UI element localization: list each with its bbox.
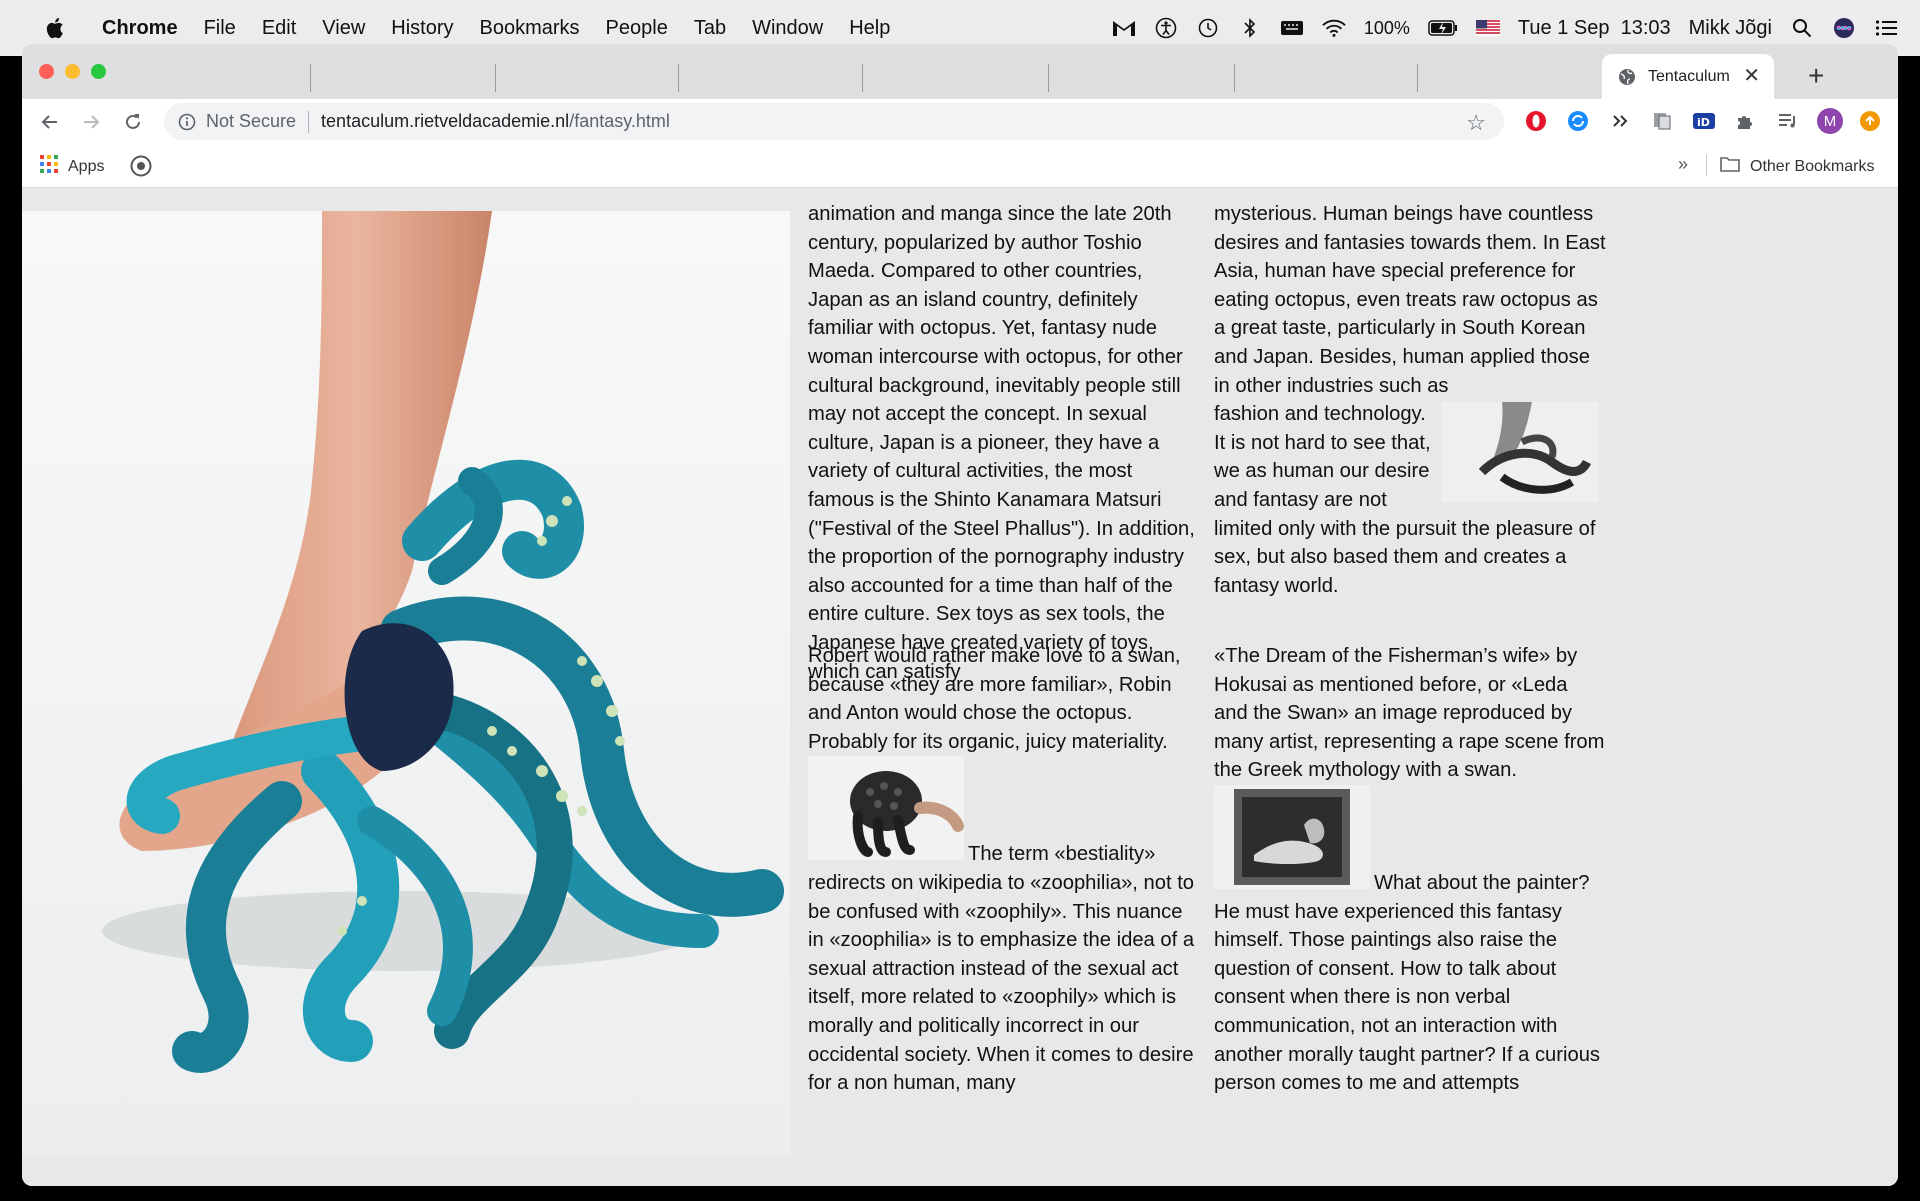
url-path: /fantasy.html	[569, 111, 670, 131]
paragraph-japan-culture: animation and manga since the late 20th …	[808, 203, 1195, 683]
paragraph-octopus-desire: mysterious. Human beings have countless …	[1214, 203, 1606, 397]
window-close-button[interactable]	[39, 64, 54, 79]
window-zoom-button[interactable]	[91, 64, 106, 79]
new-tab-button[interactable]: +	[1808, 62, 1824, 90]
url-host: tentaculum.rietveldacademie.nl	[321, 111, 570, 131]
bookmark-apps[interactable]: Apps	[40, 155, 104, 178]
back-arrow-icon[interactable]	[37, 109, 63, 135]
opera-extension-icon[interactable]	[1522, 107, 1550, 135]
svg-text:iD: iD	[1697, 116, 1710, 129]
profile-initial: M	[1823, 112, 1837, 130]
asterisk-extension-icon[interactable]	[1606, 107, 1634, 135]
paragraph-dream-fisherman: «The Dream of the Fisherman’s wife» by H…	[1214, 645, 1605, 782]
tentacle-sculpture-thumbnail	[808, 756, 964, 869]
chrome-window: Tentaculum ✕ + Not Secure tentaculum.rie…	[22, 44, 1898, 1186]
leda-painting-thumbnail	[1214, 784, 1370, 898]
octopus-shoe-thumbnail	[1442, 402, 1598, 511]
siri-icon[interactable]	[1832, 16, 1856, 40]
bookmarks-bar: Apps » Other Bookmarks	[22, 144, 1898, 188]
menu-history[interactable]: History	[391, 17, 453, 40]
paragraph-fashion-tech: fashion and technology.	[1214, 403, 1426, 426]
notification-center-icon[interactable]	[1874, 16, 1898, 40]
battery-charging-icon[interactable]	[1428, 16, 1458, 40]
puzzle-extensions-icon[interactable]	[1732, 107, 1760, 135]
paragraph-swan-octopus: Robert would rather make love to a swan,…	[808, 645, 1181, 753]
tab-close-icon[interactable]: ✕	[1743, 66, 1760, 86]
paragraph-bestiality: The term «bestiality» redirects on wikip…	[808, 843, 1195, 1095]
battery-percentage: 100%	[1363, 17, 1410, 38]
address-bar[interactable]: Not Secure tentaculum.rietveldacademie.n…	[164, 103, 1504, 140]
update-indicator-icon[interactable]	[1856, 107, 1884, 135]
browser-toolbar: Not Secure tentaculum.rietveldacademie.n…	[22, 99, 1898, 144]
translate-extension-icon[interactable]	[1648, 107, 1676, 135]
bookmark-github-icon[interactable]	[130, 155, 152, 182]
gmail-icon[interactable]	[1112, 16, 1136, 40]
menu-bookmarks[interactable]: Bookmarks	[480, 17, 580, 40]
us-flag-input-icon[interactable]	[1475, 16, 1500, 40]
media-queue-icon[interactable]	[1774, 107, 1802, 135]
tab-separator	[862, 64, 863, 92]
accessibility-icon[interactable]	[1154, 16, 1178, 40]
tab-separator	[310, 64, 311, 92]
octopus-shoe-photo	[22, 211, 790, 1155]
apps-grid-icon	[40, 155, 58, 178]
menu-help[interactable]: Help	[849, 17, 890, 40]
menubar-user[interactable]: Mikk Jõgi	[1689, 17, 1772, 40]
address-divider	[308, 110, 310, 133]
time-machine-icon[interactable]	[1196, 16, 1220, 40]
tab-separator	[1234, 64, 1235, 92]
globe-icon	[1618, 68, 1636, 86]
article-col1-top: animation and manga since the late 20th …	[808, 200, 1200, 686]
menu-app-chrome[interactable]: Chrome	[102, 17, 178, 40]
forward-arrow-icon[interactable]	[78, 109, 104, 135]
tab-tentaculum[interactable]: Tentaculum ✕	[1602, 54, 1774, 99]
tab-strip: Tentaculum ✕ +	[22, 44, 1898, 99]
bookmarks-separator	[1706, 154, 1707, 176]
web-page: animation and manga since the late 20th …	[22, 188, 1898, 1186]
bluetooth-icon[interactable]	[1238, 16, 1262, 40]
menu-people[interactable]: People	[606, 17, 668, 40]
menu-window[interactable]: Window	[752, 17, 823, 40]
wifi-icon[interactable]	[1322, 16, 1346, 40]
menu-view[interactable]: View	[322, 17, 365, 40]
apple-icon[interactable]	[46, 16, 68, 40]
menubar-clock[interactable]: Tue 1 Sep 13:03	[1518, 17, 1671, 40]
bookmark-star-icon[interactable]: ☆	[1466, 110, 1486, 136]
article-col1-bottom: Robert would rather make love to a swan,…	[808, 642, 1200, 1098]
menu-file[interactable]: File	[204, 17, 236, 40]
paragraph-painter-consent: What about the painter? He must have exp…	[1214, 871, 1601, 1095]
menu-tab[interactable]: Tab	[694, 17, 726, 40]
apps-label: Apps	[68, 157, 105, 175]
other-bookmarks[interactable]: Other Bookmarks	[1720, 156, 1874, 177]
sync-extension-icon[interactable]	[1564, 107, 1592, 135]
tab-separator	[1048, 64, 1049, 92]
other-bookmarks-label: Other Bookmarks	[1750, 157, 1875, 175]
window-minimize-button[interactable]	[65, 64, 80, 79]
article-col2-top: mysterious. Human beings have countless …	[1214, 200, 1606, 600]
article-col2-bottom: «The Dream of the Fisherman’s wife» by H…	[1214, 642, 1606, 1098]
profile-avatar[interactable]: M	[1816, 107, 1844, 135]
security-label[interactable]: Not Secure	[206, 111, 296, 132]
info-icon[interactable]	[178, 113, 196, 131]
folder-icon	[1720, 156, 1740, 177]
tab-title: Tentaculum	[1648, 67, 1730, 85]
spotlight-search-icon[interactable]	[1790, 16, 1814, 40]
tab-separator	[495, 64, 496, 92]
id-extension-icon[interactable]: iD	[1690, 107, 1718, 135]
keyboard-icon[interactable]	[1280, 16, 1304, 40]
bookmarks-overflow-chevron[interactable]: »	[1678, 154, 1688, 175]
reload-icon[interactable]	[120, 109, 146, 135]
menu-edit[interactable]: Edit	[262, 17, 296, 40]
tab-separator	[678, 64, 679, 92]
tab-separator	[1417, 64, 1418, 92]
